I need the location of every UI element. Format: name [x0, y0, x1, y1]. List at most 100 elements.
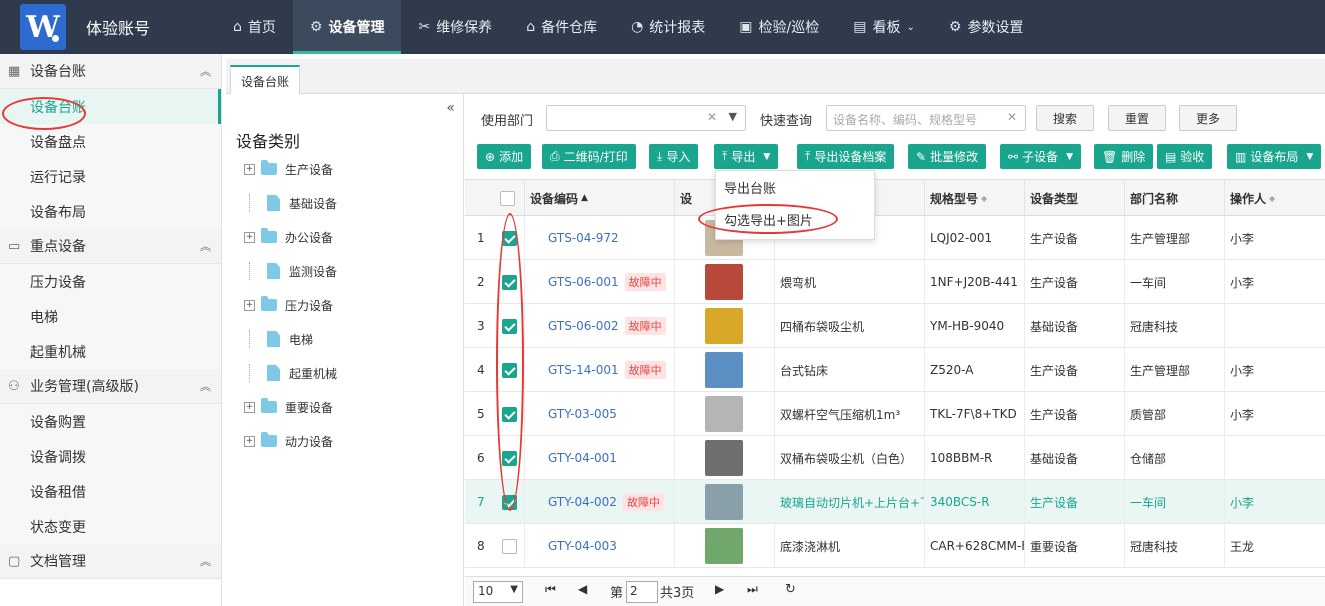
last-page-icon[interactable]: ⏭ — [747, 582, 758, 597]
expand-icon[interactable]: + — [244, 435, 255, 447]
next-page-icon[interactable]: ▶ — [715, 582, 724, 596]
clear-icon[interactable]: ✕ — [1007, 110, 1017, 124]
clear-icon[interactable]: ✕ — [707, 110, 717, 124]
table-row[interactable]: 8 GTY-04-003 底漆浇淋机 CAR+628CMM-F 重要设备 冠唐科技 王龙 — [465, 524, 1325, 568]
equipment-thumbnail[interactable] — [705, 264, 743, 300]
table-row[interactable]: 7 GTY-04-002 故障中 玻璃自动切片机+上片台+下 340BCS-R 生产设备一… — [465, 480, 1325, 524]
equipment-code-link[interactable]: GTS-14-001 — [548, 363, 619, 377]
equipment-code-link[interactable]: GTY-04-002 — [548, 495, 617, 509]
equipment-code-link[interactable]: GTY-04-001 — [548, 451, 617, 465]
row-checkbox[interactable] — [502, 450, 517, 466]
tree-node[interactable]: + 重要设备 — [244, 396, 333, 418]
tree-node[interactable]: + 生产设备 — [244, 158, 333, 180]
sidebar-item[interactable]: 状态变更 — [0, 509, 221, 544]
page-number-input[interactable]: 2 — [626, 581, 658, 603]
nav-item-4[interactable]: ◔ 统计报表 — [614, 0, 722, 54]
page-size-select[interactable]: 10 ▼ — [473, 581, 523, 603]
row-checkbox[interactable] — [502, 362, 517, 378]
equipment-thumbnail[interactable] — [705, 528, 743, 564]
equipment-code-link[interactable]: GTY-04-003 — [548, 539, 617, 553]
expand-icon[interactable]: + — [244, 163, 255, 175]
nav-item-0[interactable]: ⌂ 首页 — [216, 0, 293, 54]
tree-node[interactable]: + 压力设备 — [244, 294, 333, 316]
equipment-code-link[interactable]: GTS-06-002 — [548, 319, 619, 333]
equipment-thumbnail[interactable] — [705, 484, 743, 520]
equipment-code-cell[interactable]: GTS-06-001 故障中 — [524, 260, 674, 304]
equipment-code-link[interactable]: GTS-06-001 — [548, 275, 619, 289]
device-layout-button[interactable]: ▥ 设备布局 ▼ — [1227, 144, 1322, 169]
add-button[interactable]: ⊕ 添加 — [477, 144, 532, 169]
table-row[interactable]: 4 GTS-14-001 故障中 台式钻床 Z520-A 生产设备 生产管理部 小李 — [465, 348, 1325, 392]
equipment-thumbnail[interactable] — [705, 308, 743, 344]
batch-edit-button[interactable]: ✎ 批量修改 — [908, 144, 987, 169]
sidebar-group-1[interactable]: ▭ 重点设备 ︽ — [0, 229, 221, 264]
import-button[interactable]: ⤓ 导入 — [649, 144, 699, 169]
menu-item-export-selected-images[interactable]: 勾选导出+图片 — [716, 203, 874, 235]
refresh-icon[interactable]: ↻ — [785, 582, 796, 597]
nav-item-6[interactable]: ▤ 看板 ⌄ — [836, 0, 932, 54]
table-row[interactable]: 1 GTS-04-972 LQJ02-001 生产设备 生产管理部 小李 — [465, 216, 1325, 260]
delete-button[interactable]: 🗑 删除 — [1094, 144, 1154, 169]
nav-item-1[interactable]: ⚙ 设备管理 — [292, 0, 402, 54]
row-checkbox[interactable] — [502, 538, 517, 554]
sub-device-button[interactable]: ⚯ 子设备 ▼ — [1000, 144, 1081, 169]
quick-search-input[interactable]: 设备名称、编码、规格型号 ✕ — [826, 105, 1026, 131]
nav-item-2[interactable]: ✂ 维修保养 — [401, 0, 509, 54]
table-row[interactable]: 3 GTS-06-002 故障中 四桶布袋吸尘机 YM-HB-9040 基础设备 冠唐科技 — [465, 304, 1325, 348]
table-row[interactable]: 5 GTY-03-005 双螺杆空气压缩机1m³ TKL-7F\8+TKD 生产设备 质管… — [465, 392, 1325, 436]
sidebar-group-3[interactable]: ▢ 文档管理 ︽ — [0, 544, 221, 579]
sidebar-item[interactable]: 设备调拨 — [0, 439, 221, 474]
equipment-thumbnail[interactable] — [705, 352, 743, 388]
sidebar-item[interactable]: 设备租借 — [0, 474, 221, 509]
row-checkbox[interactable] — [502, 494, 517, 510]
more-button[interactable]: 更多 — [1179, 105, 1237, 131]
first-page-icon[interactable]: ⏮ — [545, 582, 556, 597]
collapse-icon[interactable]: « — [446, 100, 455, 116]
menu-item-export-ledger[interactable]: 导出台账 — [716, 171, 874, 203]
row-checkbox[interactable] — [502, 274, 517, 290]
app-logo[interactable]: W — [20, 4, 66, 50]
row-checkbox[interactable] — [502, 318, 517, 334]
row-checkbox[interactable] — [502, 230, 517, 246]
sidebar-item[interactable]: 运行记录 — [0, 159, 221, 194]
nav-item-5[interactable]: ▣ 检验/巡检 — [722, 0, 836, 54]
sidebar-item[interactable]: 起重机械 — [0, 334, 221, 369]
equipment-code-cell[interactable]: GTY-04-001 — [524, 436, 674, 480]
row-checkbox[interactable] — [502, 406, 517, 422]
qrcode-print-button[interactable]: ⎙ 二维码/打印 — [542, 144, 636, 169]
expand-icon[interactable]: + — [244, 231, 255, 243]
equipment-thumbnail[interactable] — [705, 396, 743, 432]
sidebar-group-0[interactable]: ▦ 设备台账 ︽ — [0, 54, 221, 89]
th-spec[interactable]: 规格型号 ◆ — [924, 180, 1024, 216]
equipment-code-cell[interactable]: GTY-04-003 — [524, 524, 674, 568]
prev-page-icon[interactable]: ◀ — [578, 582, 587, 596]
equipment-code-cell[interactable]: GTY-04-002 故障中 — [524, 480, 674, 524]
sidebar-item[interactable]: 设备布局 — [0, 194, 221, 229]
tree-node[interactable]: 电梯 — [244, 328, 313, 350]
expand-icon[interactable]: + — [244, 299, 255, 311]
tree-node[interactable]: 基础设备 — [244, 192, 337, 214]
equipment-code-link[interactable]: GTY-03-005 — [548, 407, 617, 421]
table-row[interactable]: 6 GTY-04-001 双桶布袋吸尘机（白色） 108BBM-R 基础设备 仓储部 — [465, 436, 1325, 480]
th-operator[interactable]: 操作人 ◆ — [1224, 180, 1325, 216]
tree-node[interactable]: + 办公设备 — [244, 226, 333, 248]
dept-select[interactable]: ✕ ▼ — [546, 105, 746, 131]
tree-node[interactable]: 监测设备 — [244, 260, 337, 282]
equipment-thumbnail[interactable] — [705, 440, 743, 476]
sidebar-group-2[interactable]: ⚇ 业务管理(高级版) ︽ — [0, 369, 221, 404]
reset-button[interactable]: 重置 — [1108, 105, 1166, 131]
nav-item-3[interactable]: ⌂ 备件仓库 — [509, 0, 614, 54]
nav-item-7[interactable]: ⚙ 参数设置 — [932, 0, 1041, 54]
search-button[interactable]: 搜索 — [1036, 105, 1094, 131]
sidebar-item[interactable]: 设备台账 — [0, 89, 221, 124]
tree-node[interactable]: 起重机械 — [244, 362, 337, 384]
accept-button[interactable]: ▤ 验收 — [1157, 144, 1213, 169]
equipment-code-cell[interactable]: GTS-14-001 故障中 — [524, 348, 674, 392]
sidebar-item[interactable]: 设备盘点 — [0, 124, 221, 159]
equipment-code-cell[interactable]: GTS-04-972 — [524, 216, 674, 260]
equipment-code-link[interactable]: GTS-04-972 — [548, 231, 619, 245]
export-button[interactable]: ⤒ 导出 ▼ — [714, 144, 779, 169]
sidebar-item[interactable]: 压力设备 — [0, 264, 221, 299]
sidebar-item[interactable]: 设备购置 — [0, 404, 221, 439]
tab-equipment-ledger[interactable]: 设备台账 — [230, 65, 300, 95]
